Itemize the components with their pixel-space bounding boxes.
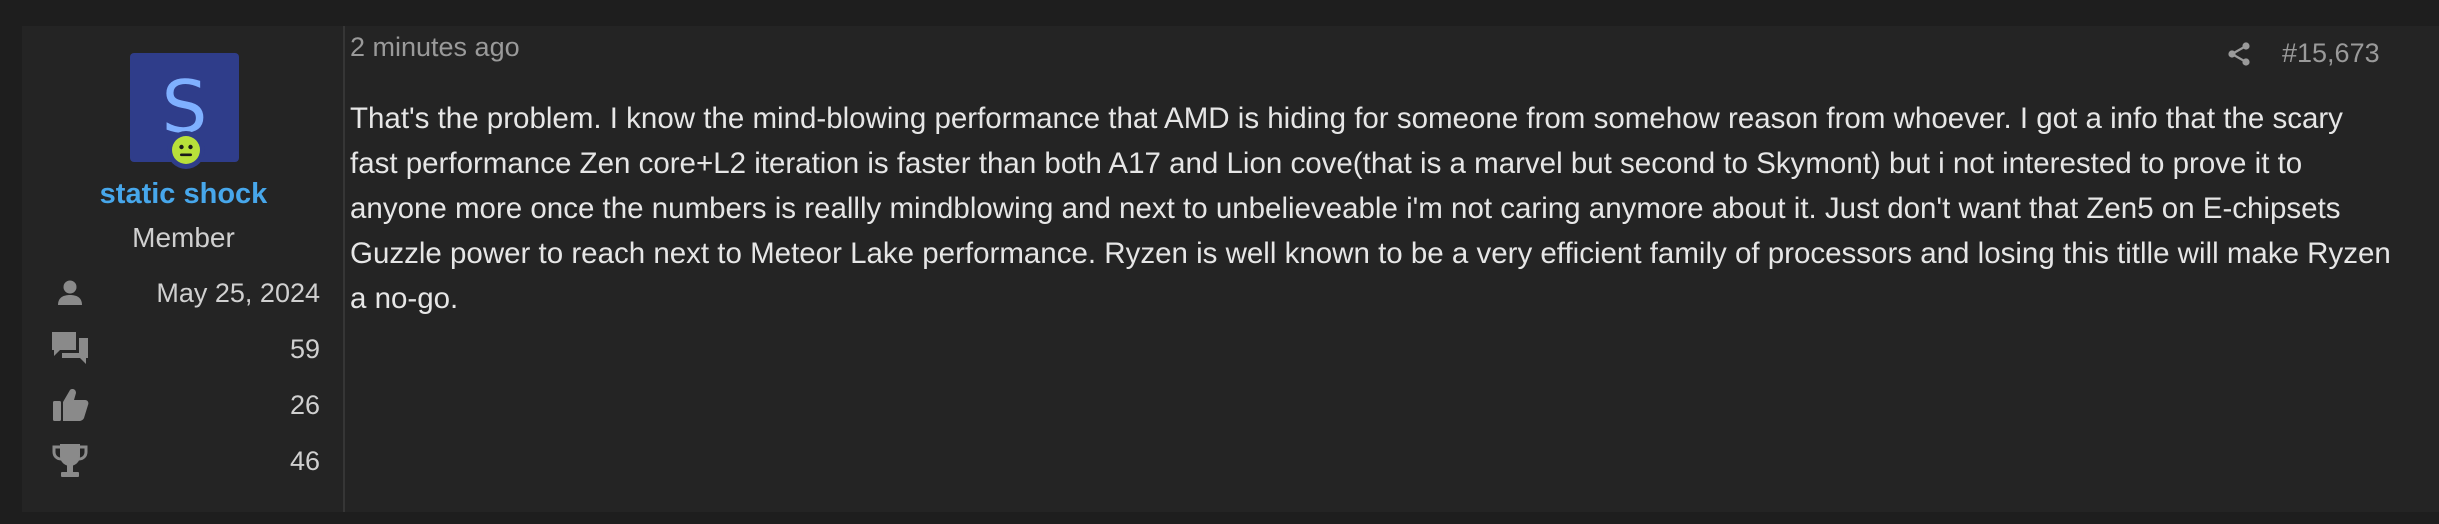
stat-reactions: 26	[48, 383, 320, 427]
messages-icon	[48, 327, 92, 371]
message-body: That's the problem. I know the mind-blow…	[350, 102, 2391, 315]
stat-trophies-value: 46	[289, 445, 320, 476]
stat-trophies: 46	[48, 439, 320, 483]
stat-joined-value: May 25, 2024	[156, 277, 320, 308]
post-number-link[interactable]: #15,673	[2282, 38, 2380, 69]
trophy-icon	[48, 439, 92, 483]
thumbs-up-icon	[48, 383, 92, 427]
stat-messages: 59	[48, 327, 320, 371]
user-info-panel: S static shock Member May 25, 2024 59 26…	[22, 26, 345, 512]
stat-reactions-value: 26	[289, 389, 320, 420]
smiley-status-icon	[167, 131, 205, 169]
post-timestamp-link[interactable]: 2 minutes ago	[350, 32, 520, 63]
user-joined-icon	[48, 271, 92, 315]
username-link[interactable]: static shock	[22, 178, 345, 211]
stat-messages-value: 59	[289, 333, 320, 364]
share-icon[interactable]	[2219, 34, 2259, 74]
stat-joined: May 25, 2024	[48, 271, 320, 315]
user-title: Member	[132, 222, 235, 253]
